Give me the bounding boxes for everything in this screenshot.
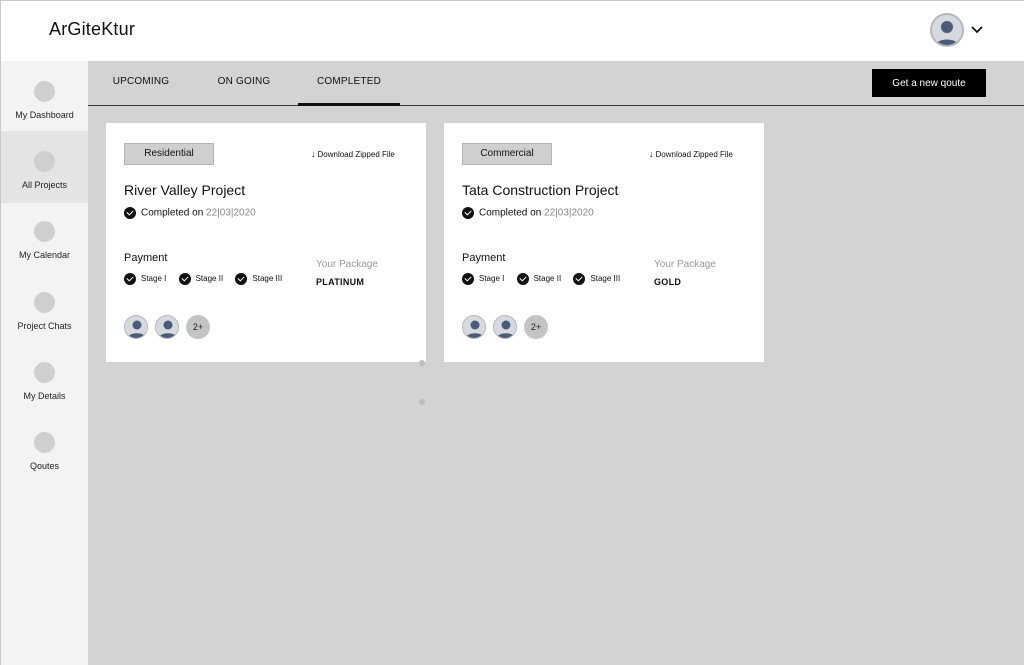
- stage-item: Stage II: [516, 273, 562, 285]
- download-label: Download Zipped File: [655, 150, 733, 159]
- more-members-badge[interactable]: 2+: [186, 315, 210, 339]
- completed-status: Completed on 22|03|2020: [462, 207, 594, 219]
- tab-upcoming[interactable]: UPCOMING: [105, 61, 177, 106]
- check-circle-icon: [235, 273, 248, 285]
- payment-label: Payment: [462, 252, 506, 264]
- download-zip-link[interactable]: ↓ Download Zipped File: [649, 149, 733, 159]
- chevron-down-icon[interactable]: [969, 21, 985, 37]
- completed-date: 22|03|2020: [544, 207, 594, 219]
- sidebar-item-project-chats[interactable]: Project Chats: [1, 272, 88, 344]
- download-label: Download Zipped File: [317, 150, 395, 159]
- get-new-quote-button[interactable]: Get a new qoute: [872, 69, 986, 97]
- project-title: River Valley Project: [124, 182, 246, 198]
- member-avatar-icon[interactable]: [462, 315, 486, 339]
- completed-status: Completed on 22|03|2020: [124, 207, 256, 219]
- quotes-icon: [34, 432, 55, 453]
- package-label: Your Package: [654, 259, 716, 270]
- decorative-dot: [419, 360, 425, 366]
- check-circle-icon: [124, 273, 136, 285]
- payment-label: Payment: [124, 252, 168, 264]
- main-content: UPCOMING ON GOING COMPLETED Get a new qo…: [88, 61, 1024, 665]
- sidebar: My Dashboard All Projects My Calendar Pr…: [1, 61, 88, 665]
- chat-icon: [34, 292, 55, 313]
- payment-stages: Stage I Stage II Stage III: [462, 273, 630, 285]
- calendar-icon: [34, 221, 55, 242]
- category-badge: Residential: [124, 143, 214, 165]
- sidebar-item-label: Project Chats: [17, 321, 72, 331]
- sidebar-item-label: Qoutes: [29, 461, 60, 471]
- sidebar-item-label: My Dashboard: [15, 110, 74, 120]
- stage-item: Stage III: [235, 273, 282, 285]
- completed-date: 22|03|2020: [206, 207, 256, 219]
- stage-label: Stage II: [533, 274, 562, 284]
- completed-prefix: Completed on: [479, 207, 542, 219]
- sidebar-item-label: All Projects: [21, 180, 67, 190]
- sidebar-item-label: My Calendar: [18, 250, 71, 260]
- project-title: Tata Construction Project: [462, 182, 619, 198]
- payment-stages: Stage I Stage II Stage III: [124, 273, 292, 285]
- projects-icon: [34, 151, 55, 172]
- sidebar-item-my-dashboard[interactable]: My Dashboard: [1, 61, 88, 133]
- download-arrow-icon: ↓: [649, 149, 654, 159]
- tab-completed[interactable]: COMPLETED: [298, 61, 400, 106]
- stage-label: Stage I: [479, 274, 505, 284]
- project-tabs: UPCOMING ON GOING COMPLETED Get a new qo…: [88, 61, 1024, 106]
- sidebar-item-all-projects[interactable]: All Projects: [1, 131, 88, 203]
- project-card: Commercial ↓ Download Zipped File Tata Co…: [444, 123, 764, 362]
- category-badge: Commercial: [462, 143, 552, 165]
- completed-prefix: Completed on: [141, 207, 204, 219]
- member-avatar-icon[interactable]: [493, 315, 517, 339]
- project-card: Residential ↓ Download Zipped File River …: [106, 123, 426, 362]
- sidebar-item-qoutes[interactable]: Qoutes: [1, 412, 88, 484]
- check-circle-icon: [462, 207, 474, 219]
- stage-label: Stage I: [141, 274, 167, 284]
- download-arrow-icon: ↓: [311, 149, 316, 159]
- package-label: Your Package: [316, 259, 378, 270]
- stage-label: Stage III: [590, 274, 621, 284]
- stage-item: Stage II: [178, 273, 224, 285]
- stage-item: Stage III: [573, 273, 620, 285]
- check-circle-icon: [462, 273, 474, 285]
- top-header: ArGiteKtur: [1, 1, 1024, 61]
- sidebar-item-my-details[interactable]: My Details: [1, 342, 88, 414]
- user-avatar-icon[interactable]: [930, 13, 964, 47]
- brand-logo: ArGiteKtur: [49, 19, 136, 39]
- check-circle-icon: [178, 273, 191, 285]
- sidebar-item-label: My Details: [23, 391, 66, 401]
- package-value: GOLD: [654, 277, 682, 287]
- member-avatar-icon[interactable]: [155, 315, 179, 339]
- check-circle-icon: [573, 273, 586, 285]
- stage-item: Stage I: [462, 273, 504, 285]
- package-value: PLATINUM: [316, 277, 365, 287]
- sidebar-item-my-calendar[interactable]: My Calendar: [1, 201, 88, 273]
- stage-item: Stage I: [124, 273, 166, 285]
- stage-label: Stage III: [252, 274, 283, 284]
- stage-label: Stage II: [195, 274, 224, 284]
- tab-ongoing[interactable]: ON GOING: [209, 61, 279, 106]
- more-members-badge[interactable]: 2+: [524, 315, 548, 339]
- details-icon: [34, 362, 55, 383]
- check-circle-icon: [516, 273, 529, 285]
- check-circle-icon: [124, 207, 136, 219]
- app-frame: ArGiteKtur My Dashboard All Projects My …: [0, 0, 1024, 665]
- member-avatar-icon[interactable]: [124, 315, 148, 339]
- decorative-dot: [419, 399, 425, 405]
- download-zip-link[interactable]: ↓ Download Zipped File: [311, 149, 395, 159]
- dashboard-icon: [34, 81, 55, 102]
